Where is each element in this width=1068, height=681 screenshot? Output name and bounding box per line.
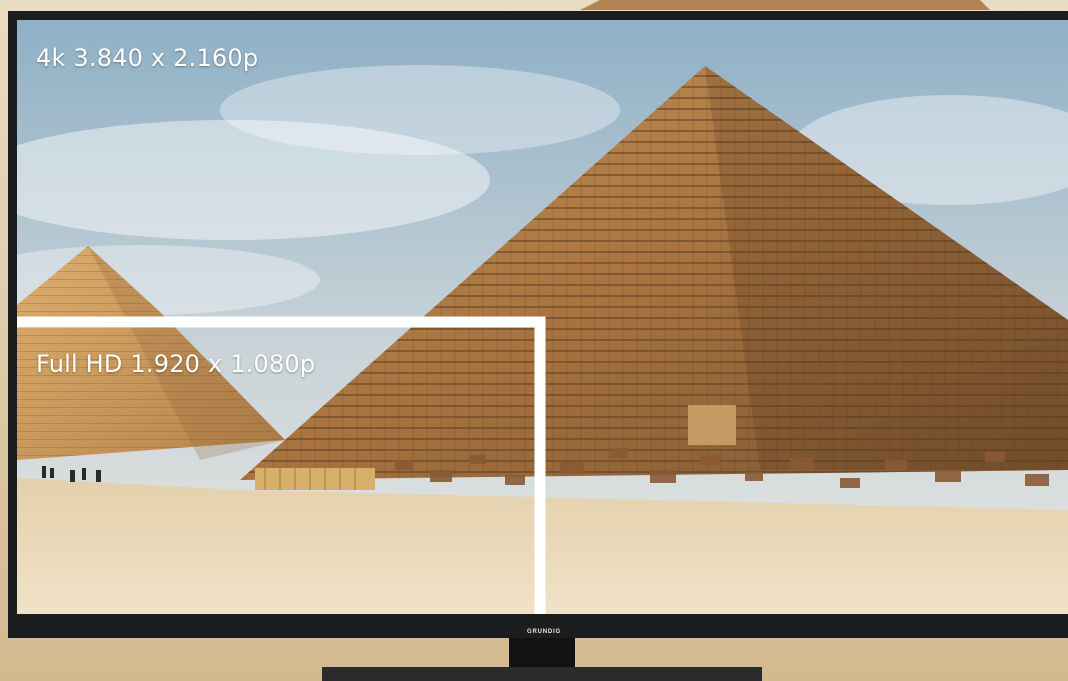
tv-stand-neck xyxy=(509,638,575,672)
background-pyramid-top xyxy=(580,0,990,10)
tv-brand-logo: GRUNDIG xyxy=(527,629,561,635)
tv-scene xyxy=(0,0,1068,681)
resolution-label-4k: 4k 3.840 x 2.160p xyxy=(36,44,259,72)
tv-stand-base xyxy=(322,667,762,681)
resolution-label-full-hd: Full HD 1.920 x 1.080p xyxy=(36,350,316,378)
